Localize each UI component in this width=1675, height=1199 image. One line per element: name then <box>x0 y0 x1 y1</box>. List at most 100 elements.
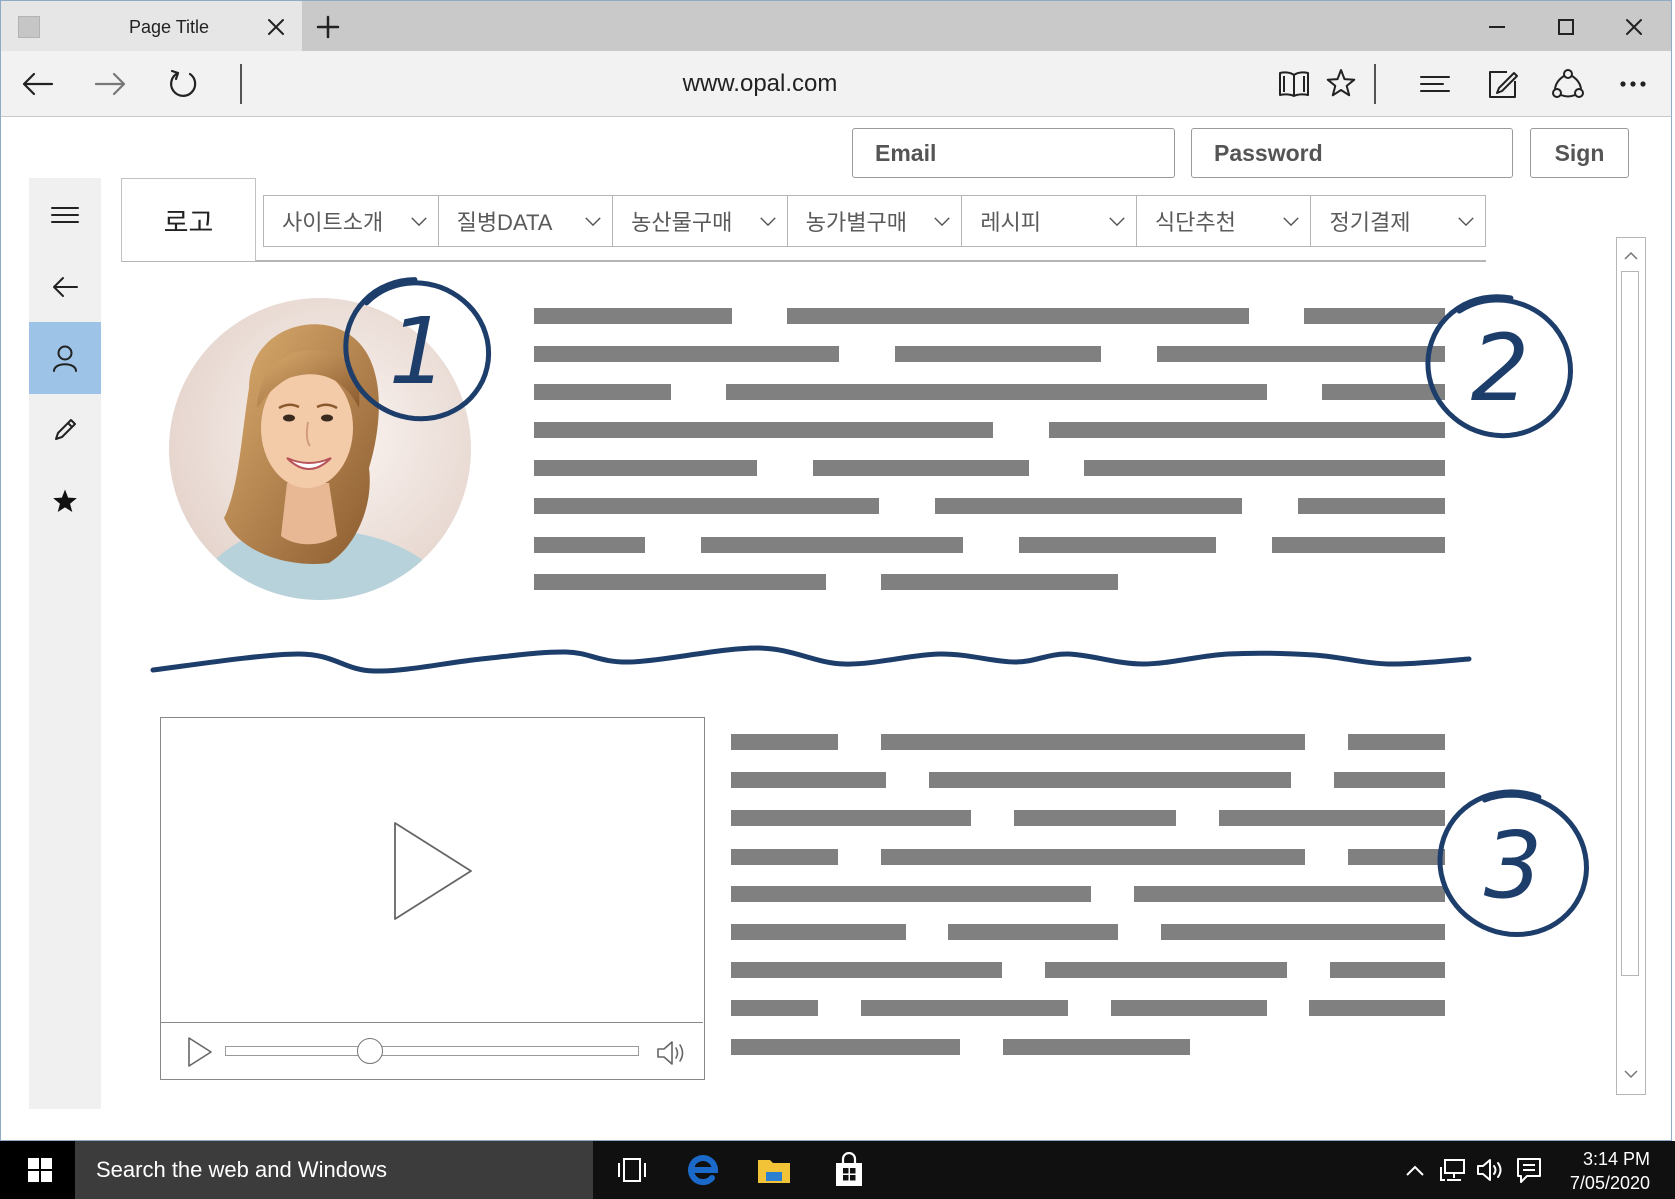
sign-button[interactable]: Sign <box>1530 128 1629 178</box>
nav-dropdown-produce[interactable]: 농산물구매 <box>612 196 787 246</box>
sidebar-item-menu[interactable] <box>29 179 101 251</box>
pencil-icon <box>49 414 81 446</box>
task-view-icon[interactable] <box>615 1155 649 1185</box>
text-placeholder-line <box>1272 537 1445 553</box>
nav-label: 농산물구매 <box>631 210 733 235</box>
text-placeholder-line <box>534 574 826 590</box>
nav-label: 사이트소개 <box>282 210 384 235</box>
text-placeholder-line <box>1322 384 1445 400</box>
volume-icon[interactable] <box>1475 1157 1505 1183</box>
start-button[interactable] <box>0 1141 75 1199</box>
text-placeholder-line <box>861 1000 1068 1016</box>
tab-title: Page Title <box>129 17 210 37</box>
text-placeholder-line <box>1348 849 1445 865</box>
reading-view-icon[interactable] <box>1276 66 1312 102</box>
nav-dropdown-about[interactable]: 사이트소개 <box>264 196 438 246</box>
clock-date: 7/05/2020 <box>1569 1173 1650 1193</box>
play-icon[interactable] <box>393 821 473 921</box>
chevron-down-icon <box>1108 216 1126 227</box>
nav-dropdown-diet[interactable]: 식단추천 <box>1135 196 1311 246</box>
back-arrow-icon[interactable] <box>20 66 56 102</box>
more-icon[interactable] <box>1615 66 1651 102</box>
text-placeholder-line <box>1304 308 1445 324</box>
sidebar-item-edit[interactable] <box>29 394 101 466</box>
taskbar-search[interactable]: Search the web and Windows <box>75 1141 593 1199</box>
nav-dropdown-recipes[interactable]: 레시피 <box>961 196 1136 246</box>
hub-icon[interactable] <box>1417 66 1453 102</box>
text-placeholder-line <box>534 422 993 438</box>
text-placeholder-line <box>1003 1039 1190 1055</box>
text-placeholder-line <box>534 498 879 514</box>
chevron-up-icon[interactable] <box>1405 1163 1425 1177</box>
toolbar-separator <box>240 64 242 104</box>
text-placeholder-line <box>1134 886 1445 902</box>
text-placeholder-line <box>881 734 1305 750</box>
video-progress-knob[interactable] <box>356 1038 383 1064</box>
file-explorer-icon[interactable] <box>756 1155 792 1185</box>
text-placeholder-line <box>701 537 963 553</box>
window-close-icon[interactable] <box>1624 17 1644 37</box>
toolbar-separator <box>1374 64 1376 104</box>
nav-label: 식단추천 <box>1154 210 1236 235</box>
menu-icon <box>49 199 81 231</box>
email-field[interactable] <box>852 128 1175 178</box>
annotation-number-2: 2 <box>1471 315 1530 422</box>
text-placeholder-line <box>935 498 1242 514</box>
section-divider-line <box>150 645 1472 674</box>
edge-browser-icon[interactable] <box>686 1153 720 1187</box>
web-note-icon[interactable] <box>1485 66 1521 102</box>
address-url[interactable]: www.opal.com <box>560 69 960 99</box>
taskbar-search-text: Search the web and Windows <box>96 1157 388 1182</box>
nav-dropdown-farm-purchase[interactable]: 농가별구매 <box>786 196 962 246</box>
text-placeholder-line <box>1084 460 1445 476</box>
video-description-block <box>731 730 1445 1060</box>
forward-arrow-icon[interactable] <box>92 66 128 102</box>
main-nav: 사이트소개 질병DATA 농산물구매 농가별구매 레시피 식단추천 정기결제 <box>263 195 1486 247</box>
text-placeholder-line <box>948 924 1118 940</box>
volume-icon[interactable] <box>655 1038 689 1068</box>
sidebar-item-profile[interactable] <box>29 322 101 394</box>
nav-dropdown-disease-data[interactable]: 질병DATA <box>437 196 613 246</box>
text-placeholder-line <box>1019 537 1216 553</box>
text-placeholder-line <box>731 772 886 788</box>
favorite-star-icon[interactable] <box>1323 66 1359 102</box>
scrollbar[interactable] <box>1616 237 1646 1095</box>
video-player[interactable] <box>160 717 705 1080</box>
notification-icon[interactable] <box>1515 1156 1543 1184</box>
tab-close-icon[interactable] <box>266 17 286 37</box>
text-placeholder-line <box>813 460 1029 476</box>
text-placeholder-line <box>895 346 1101 362</box>
chevron-up-icon[interactable] <box>1623 250 1639 260</box>
sidebar-item-favorites[interactable] <box>29 466 101 538</box>
text-placeholder-line <box>731 849 838 865</box>
maximize-icon[interactable] <box>1556 17 1576 37</box>
windows-logo-icon <box>28 1158 52 1182</box>
text-placeholder-line <box>1348 734 1445 750</box>
nav-underline <box>121 260 1486 262</box>
scroll-thumb[interactable] <box>1621 271 1639 976</box>
sidebar-item-back[interactable] <box>29 251 101 323</box>
text-placeholder-line <box>881 849 1305 865</box>
store-icon[interactable] <box>832 1152 866 1188</box>
network-icon[interactable] <box>1439 1157 1467 1183</box>
text-placeholder-line <box>1309 1000 1445 1016</box>
share-icon[interactable] <box>1550 66 1586 102</box>
text-placeholder-line <box>1330 962 1445 978</box>
annotation-circle-3 <box>1437 789 1590 938</box>
text-placeholder-line <box>1161 924 1445 940</box>
new-tab-plus-icon[interactable] <box>316 15 340 39</box>
refresh-icon[interactable] <box>165 66 201 102</box>
site-logo[interactable]: 로고 <box>121 178 256 261</box>
star-icon <box>49 486 81 518</box>
chevron-down-icon[interactable] <box>1623 1070 1639 1080</box>
text-placeholder-line <box>534 308 732 324</box>
minimize-icon[interactable] <box>1487 17 1507 37</box>
password-field[interactable] <box>1191 128 1513 178</box>
nav-dropdown-subscription[interactable]: 정기결제 <box>1310 196 1485 246</box>
text-placeholder-line <box>881 574 1118 590</box>
video-progress-track[interactable] <box>225 1046 639 1056</box>
text-placeholder-line <box>534 537 645 553</box>
small-play-icon[interactable] <box>187 1036 213 1068</box>
sidebar <box>29 178 101 1109</box>
taskbar: Search the web and Windows 3:14 PM 7/05/… <box>0 1141 1675 1199</box>
